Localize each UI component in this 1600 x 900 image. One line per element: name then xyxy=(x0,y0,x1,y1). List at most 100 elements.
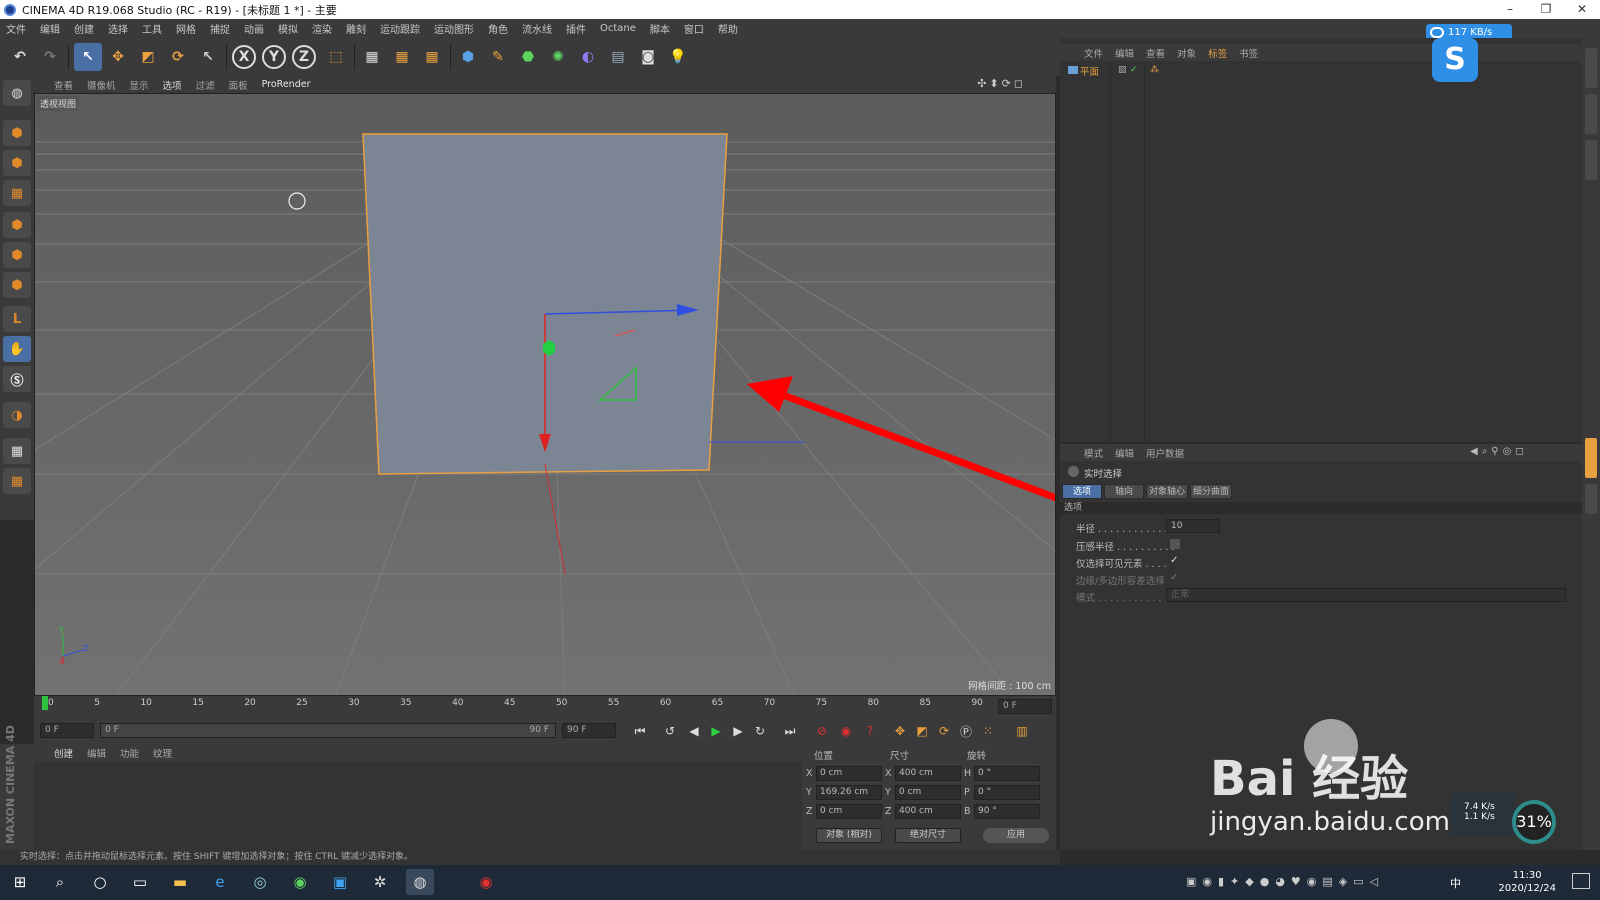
attr-menu-mode[interactable]: 模式 xyxy=(1084,446,1103,460)
rotate-icon[interactable]: ⟳ xyxy=(164,43,192,71)
subdivision-icon[interactable]: ⬣ xyxy=(514,43,542,71)
menu-render[interactable]: 渲染 xyxy=(312,21,332,36)
timeline-window-icon[interactable]: ▥ xyxy=(1012,722,1032,740)
make-editable-icon[interactable]: ◍ xyxy=(3,80,31,106)
y-axis-lock-icon[interactable]: Y xyxy=(262,45,286,69)
key-parameter-icon[interactable]: Ⓟ xyxy=(956,722,976,740)
material-menu-texture[interactable]: 纹理 xyxy=(153,746,172,760)
prev-key-icon[interactable]: ↺ xyxy=(660,722,680,740)
undo-icon[interactable]: ↶ xyxy=(6,43,34,71)
tab-axis[interactable]: 轴向 xyxy=(1104,484,1144,499)
menu-character[interactable]: 角色 xyxy=(488,21,508,36)
points-mode-icon[interactable]: ⬢ xyxy=(3,212,31,238)
start-frame-field[interactable]: 0 F xyxy=(40,723,94,738)
key-rotation-icon[interactable]: ⟳ xyxy=(934,722,954,740)
menu-file[interactable]: 文件 xyxy=(6,21,26,36)
menu-mograph[interactable]: 运动图形 xyxy=(434,21,474,36)
menu-help[interactable]: 帮助 xyxy=(718,21,738,36)
memory-usage-gauge[interactable]: 31% xyxy=(1512,800,1556,844)
tweak-mode-icon[interactable]: ✋ xyxy=(3,336,31,362)
auto-key-icon[interactable]: ◉ xyxy=(836,722,856,740)
timeline-ruler[interactable]: 05 10 15 20 25 30 35 40 45 50 55 60 65 70 75 80… xyxy=(34,696,1056,718)
rotation-p-field[interactable]: 0 ° xyxy=(974,785,1040,800)
size-mode-dropdown[interactable]: 绝对尺寸 xyxy=(895,828,961,843)
size-z-field[interactable]: 400 cm xyxy=(895,804,961,819)
objmgr-menu-objects[interactable]: 对象 xyxy=(1177,46,1196,60)
menu-create[interactable]: 创建 xyxy=(74,21,94,36)
perspective-viewport[interactable]: 透视视图 Y Z X 网格间距 : 100 cm xyxy=(34,93,1056,696)
objmgr-menu-tags[interactable]: 标签 xyxy=(1208,46,1227,60)
rotation-h-field[interactable]: 0 ° xyxy=(974,766,1040,781)
file-explorer-icon[interactable]: ▬ xyxy=(166,869,194,895)
tab-subdivision-surface[interactable]: 细分曲面 xyxy=(1190,484,1232,499)
windows-start-icon[interactable]: ⊞ xyxy=(6,869,34,895)
viewport-menu-options[interactable]: 选项 xyxy=(163,78,182,92)
objmgr-menu-file[interactable]: 文件 xyxy=(1084,46,1103,60)
redo-icon[interactable]: ↷ xyxy=(36,43,64,71)
close-button[interactable]: ✕ xyxy=(1564,0,1600,19)
menu-simulate[interactable]: 模拟 xyxy=(278,21,298,36)
end-frame-field[interactable]: 90 F xyxy=(562,723,616,738)
position-y-field[interactable]: 169.26 cm xyxy=(816,785,882,800)
radius-field[interactable]: 10 xyxy=(1166,519,1220,533)
magnet-icon[interactable]: ◑ xyxy=(3,402,31,428)
position-x-field[interactable]: 0 cm xyxy=(816,766,882,781)
goto-start-icon[interactable]: ⏮ xyxy=(630,722,650,740)
workplane-lock-icon[interactable]: ▦ xyxy=(3,438,31,464)
side-tab-structure[interactable] xyxy=(1585,140,1597,180)
key-pla-icon[interactable]: ⁙ xyxy=(978,722,998,740)
workplane-mode-icon[interactable]: ▦ xyxy=(3,180,31,206)
mode-dropdown[interactable]: 正常 xyxy=(1166,588,1566,602)
menu-window[interactable]: 窗口 xyxy=(684,21,704,36)
light-icon[interactable]: 💡 xyxy=(664,43,692,71)
prev-frame-icon[interactable]: ◀ xyxy=(684,722,704,740)
next-key-icon[interactable]: ↻ xyxy=(750,722,770,740)
cortana-icon[interactable]: ○ xyxy=(86,869,114,895)
size-y-field[interactable]: 0 cm xyxy=(895,785,961,800)
menu-snap[interactable]: 捕捉 xyxy=(210,21,230,36)
recent-tool-icon[interactable]: ↖ xyxy=(194,43,222,71)
deformer-icon[interactable]: ◐ xyxy=(574,43,602,71)
viewport-nav-icons[interactable]: ✣⬍⟳◻ xyxy=(977,77,1026,90)
viewport-menu-display[interactable]: 显示 xyxy=(130,78,149,92)
frame-range-slider[interactable]: 0 F 90 F xyxy=(100,723,556,738)
viewport-menu-filter[interactable]: 过滤 xyxy=(196,78,215,92)
menu-tools[interactable]: 工具 xyxy=(142,21,162,36)
task-view-icon[interactable]: ▭ xyxy=(126,869,154,895)
edges-mode-icon[interactable]: ⬢ xyxy=(3,242,31,268)
cinema4d-taskbar-icon[interactable]: ◍ xyxy=(406,869,434,895)
camera-icon[interactable]: ◙ xyxy=(634,43,662,71)
texture-mode-icon[interactable]: ⬢ xyxy=(3,150,31,176)
attr-menu-edit[interactable]: 编辑 xyxy=(1115,446,1134,460)
record-keys-icon[interactable]: ⊘ xyxy=(812,722,832,740)
grid-icon[interactable]: ▦ xyxy=(3,468,31,494)
edge-browser-icon[interactable]: e xyxy=(206,869,234,895)
minimize-button[interactable]: – xyxy=(1492,0,1528,19)
pen-icon[interactable]: ✎ xyxy=(484,43,512,71)
sogou-ime-icon[interactable]: S xyxy=(1432,38,1478,82)
side-tab-content-browser[interactable] xyxy=(1585,94,1597,134)
ime-indicator[interactable]: 中 xyxy=(1450,875,1461,891)
objmgr-menu-view[interactable]: 查看 xyxy=(1146,46,1165,60)
tab-options[interactable]: 选项 xyxy=(1062,484,1102,499)
side-tab-objects[interactable] xyxy=(1585,48,1597,88)
size-x-field[interactable]: 400 cm xyxy=(895,766,961,781)
menu-animate[interactable]: 动画 xyxy=(244,21,264,36)
keyframe-selection-icon[interactable]: ? xyxy=(860,722,880,740)
cube-icon[interactable]: ⬢ xyxy=(454,43,482,71)
menu-mesh[interactable]: 网格 xyxy=(176,21,196,36)
next-frame-icon[interactable]: ▶ xyxy=(728,722,748,740)
current-frame-field[interactable]: 0 F xyxy=(998,699,1052,714)
app-gear-icon[interactable]: ✲ xyxy=(366,869,394,895)
menu-pipeline[interactable]: 流水线 xyxy=(522,21,552,36)
model-mode-icon[interactable]: ⬢ xyxy=(3,120,31,146)
attr-nav-icons[interactable]: ◀⌕⚲◎◻ xyxy=(1470,446,1528,457)
objmgr-menu-edit[interactable]: 编辑 xyxy=(1115,46,1134,60)
menu-motion-tracking[interactable]: 运动跟踪 xyxy=(380,21,420,36)
only-visible-checkbox[interactable]: ✓ xyxy=(1170,556,1180,566)
notification-center-icon[interactable] xyxy=(1572,873,1590,889)
objmgr-menu-bookmarks[interactable]: 书签 xyxy=(1239,46,1258,60)
key-position-icon[interactable]: ✥ xyxy=(890,722,910,740)
polygons-mode-icon[interactable]: ⬢ xyxy=(3,272,31,298)
taskbar-clock[interactable]: 11:30 2020/12/24 xyxy=(1498,869,1556,895)
